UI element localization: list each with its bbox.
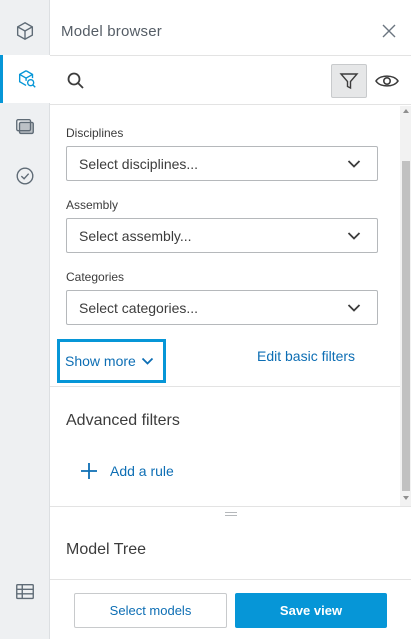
rail-table-button[interactable] [0,568,50,616]
scroll-up-arrow[interactable] [403,109,409,113]
chevron-down-icon [347,304,361,312]
categories-select[interactable]: Select categories... [66,290,378,325]
disciplines-placeholder: Select disciplines... [79,156,199,172]
panel-footer: Select models Save view [50,579,411,639]
disciplines-select[interactable]: Select disciplines... [66,146,378,181]
filter-toggle-button[interactable] [331,64,367,98]
select-models-button[interactable]: Select models [74,593,227,628]
assembly-label: Assembly [66,198,119,212]
plus-icon [81,463,97,479]
chevron-down-icon [141,357,153,365]
cube-search-icon [18,70,36,88]
table-icon [16,583,34,600]
chevron-down-icon [347,232,361,240]
filter-icon [339,73,359,90]
panel-title: Model browser [61,23,162,40]
advanced-filters-title: Advanced filters [66,412,180,429]
layers-icon [16,118,34,135]
categories-label: Categories [66,270,125,284]
chevron-down-icon [347,160,361,168]
check-circle-icon [16,167,34,185]
rail-issues-button[interactable] [0,152,50,200]
grip-icon [224,511,237,516]
model-browser-panel: Model browser Disciplines Select discipl… [50,0,411,639]
model-tree-title[interactable]: Model Tree [66,541,146,559]
rail-views-button[interactable] [0,103,50,151]
disciplines-label: Disciplines [66,126,124,140]
cube-icon [16,21,34,41]
edit-basic-filters-link[interactable]: Edit basic filters [257,348,355,364]
assembly-placeholder: Select assembly... [79,228,192,244]
search-icon[interactable] [66,71,86,91]
show-more-button[interactable]: Show more [57,339,166,383]
scroll-thumb[interactable] [402,161,410,491]
show-more-label: Show more [65,353,136,369]
divider [50,386,400,387]
filters-scroll-area: Disciplines Select disciplines... Assemb… [50,106,411,506]
rail-model-browser-button[interactable] [0,55,51,103]
panel-header: Model browser [50,6,411,56]
categories-placeholder: Select categories... [79,300,199,316]
eye-icon[interactable] [374,71,400,91]
add-rule-button[interactable]: Add a rule [80,462,174,480]
panel-toolbar [50,57,411,105]
assembly-select[interactable]: Select assembly... [66,218,378,253]
left-rail [0,0,51,639]
scroll-down-arrow[interactable] [403,496,409,500]
save-view-button[interactable]: Save view [235,593,387,628]
close-icon[interactable] [381,23,397,39]
resize-handle[interactable] [50,506,411,520]
rail-models-button[interactable] [0,7,50,55]
scrollbar[interactable] [400,106,411,506]
add-rule-label: Add a rule [110,463,174,479]
